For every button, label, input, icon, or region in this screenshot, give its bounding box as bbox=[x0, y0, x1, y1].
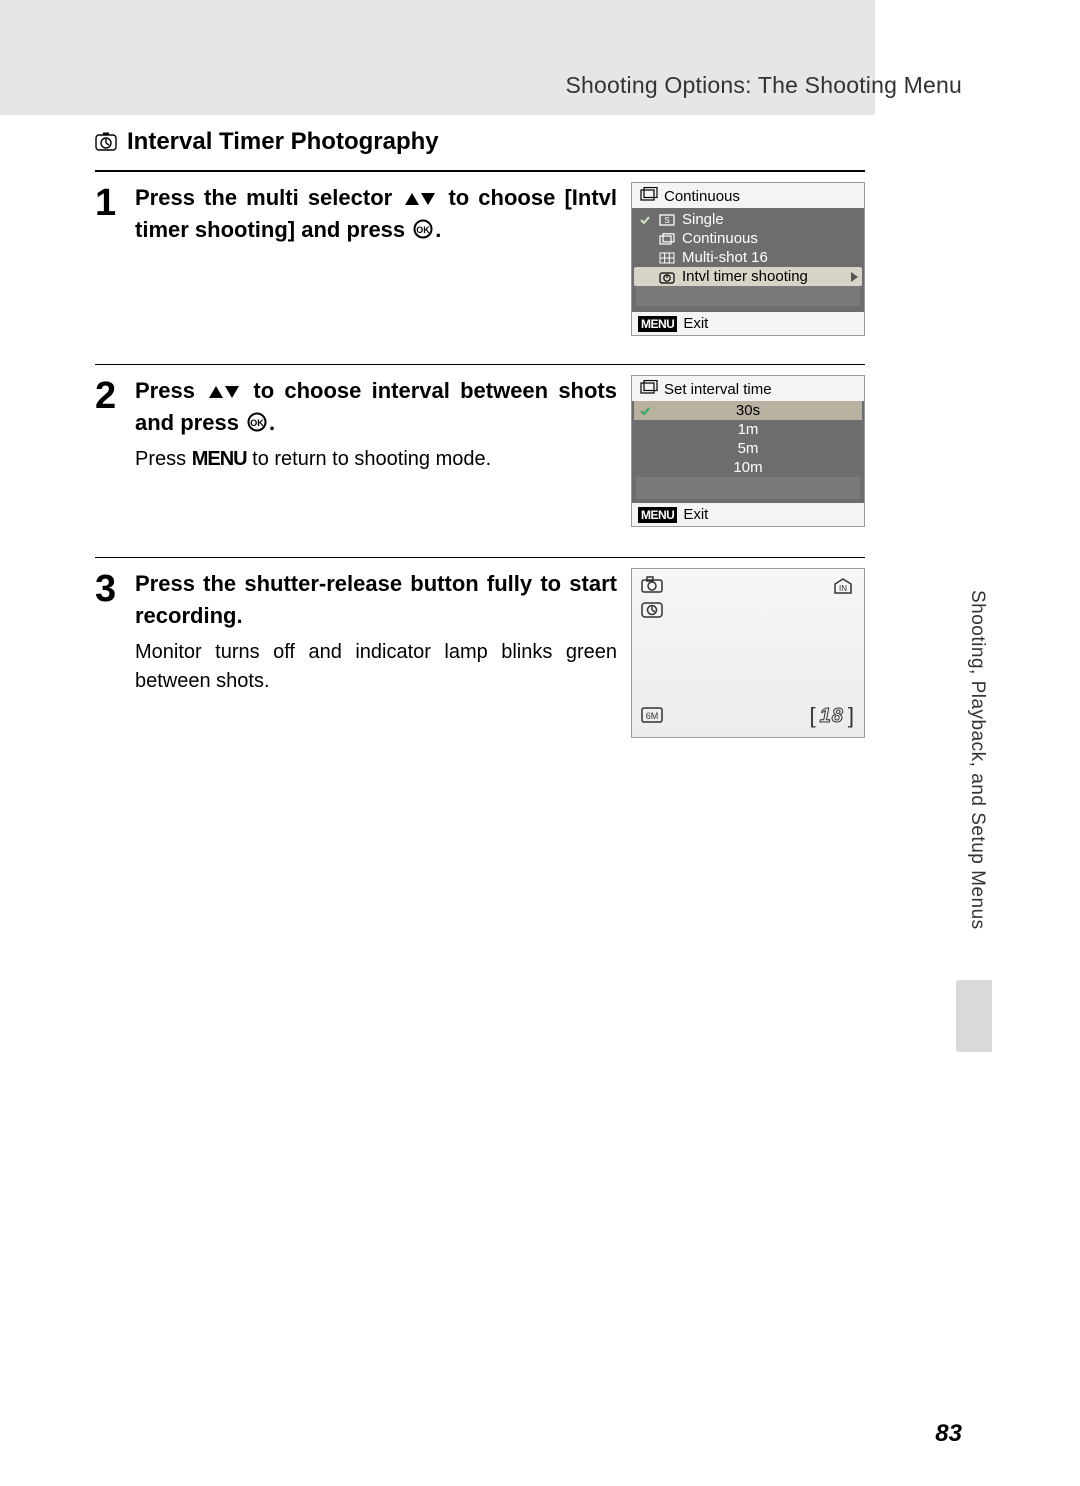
remaining-count-value: 18 bbox=[820, 705, 844, 728]
menu-item-multishot16: Multi-shot 16 bbox=[634, 248, 862, 267]
section-title-text: Interval Timer Photography bbox=[127, 128, 439, 156]
text-fragment: Press bbox=[135, 378, 205, 403]
menu-item-label: Continuous bbox=[682, 230, 858, 247]
menu-badge: MENU bbox=[638, 316, 677, 332]
up-down-arrow-icon bbox=[403, 191, 437, 207]
text-fragment: Press bbox=[135, 448, 192, 470]
up-down-arrow-icon bbox=[207, 384, 241, 400]
text-fragment: . bbox=[435, 217, 441, 242]
interval-option-label: 10m bbox=[660, 459, 836, 476]
camera-menu-continuous: Continuous S Single bbox=[631, 182, 865, 336]
camera-menu-title: Set interval time bbox=[664, 381, 772, 398]
interval-timer-indicator-icon bbox=[640, 599, 664, 624]
ok-button-icon: OK bbox=[247, 412, 267, 432]
camera-mode-icon bbox=[640, 575, 664, 598]
check-icon bbox=[638, 405, 652, 417]
remaining-shots-counter: [ 18 ] bbox=[810, 703, 855, 729]
continuous-frames-icon bbox=[658, 232, 676, 246]
text-fragment: Press the multi selector bbox=[135, 185, 401, 210]
interval-option-label: 1m bbox=[660, 421, 836, 438]
menu-item-label: Intvl timer shooting bbox=[682, 268, 858, 285]
camera-liveview-screen: IN 6M [ 18 ] bbox=[631, 568, 865, 738]
step-2: 2 Press to choose interval between shots… bbox=[95, 365, 865, 558]
menu-item-label: Single bbox=[682, 211, 858, 228]
step-2-sub: Press MENU to return to shooting mode. bbox=[135, 445, 617, 474]
step-number: 2 bbox=[95, 377, 135, 415]
camera-menu-title: Continuous bbox=[664, 188, 740, 205]
step-number: 3 bbox=[95, 570, 135, 608]
step-3-sub: Monitor turns off and indicator lamp bli… bbox=[135, 638, 617, 696]
ok-button-icon: OK bbox=[413, 219, 433, 239]
single-frame-icon: S bbox=[658, 213, 676, 227]
step-3: 3 Press the shutter-release button fully… bbox=[95, 558, 865, 750]
svg-text:OK: OK bbox=[417, 225, 431, 235]
interval-option-1m: 1m bbox=[634, 420, 862, 439]
running-header: Shooting Options: The Shooting Menu bbox=[565, 72, 962, 99]
text-fragment: to return to shooting mode. bbox=[247, 448, 492, 470]
camera-menu-set-interval: Set interval time 30s 1m bbox=[631, 375, 865, 527]
step-1-instruction: Press the multi selector to choose [Intv… bbox=[135, 182, 617, 246]
footer-exit-label: Exit bbox=[683, 506, 708, 523]
interval-option-5m: 5m bbox=[634, 439, 862, 458]
page-number: 83 bbox=[935, 1420, 962, 1448]
interval-timer-icon bbox=[95, 132, 117, 152]
svg-text:IN: IN bbox=[839, 584, 847, 593]
menu-item-single: S Single bbox=[634, 210, 862, 229]
interval-timer-small-icon bbox=[658, 270, 676, 284]
step-3-instruction: Press the shutter-release button fully t… bbox=[135, 568, 617, 632]
side-section-tab: Shooting, Playback, and Setup Menus bbox=[966, 590, 988, 930]
step-1: 1 Press the multi selector to choose [In… bbox=[95, 172, 865, 365]
interval-option-label: 30s bbox=[660, 402, 836, 419]
multishot-grid-icon bbox=[658, 251, 676, 265]
interval-option-label: 5m bbox=[660, 440, 836, 457]
continuous-header-icon bbox=[640, 187, 658, 205]
text-fragment: . bbox=[269, 410, 275, 435]
footer-exit-label: Exit bbox=[683, 315, 708, 332]
step-number: 1 bbox=[95, 184, 135, 222]
section-title: Interval Timer Photography bbox=[95, 128, 865, 156]
side-thumb-tab bbox=[956, 980, 992, 1052]
svg-text:OK: OK bbox=[250, 418, 264, 428]
interval-option-10m: 10m bbox=[634, 458, 862, 477]
svg-text:6M: 6M bbox=[646, 711, 659, 721]
menu-item-intvl-timer: Intvl timer shooting bbox=[634, 267, 862, 286]
menu-item-continuous: Continuous bbox=[634, 229, 862, 248]
step-2-instruction: Press to choose interval between shots a… bbox=[135, 375, 617, 439]
menu-badge: MENU bbox=[638, 507, 677, 523]
continuous-header-icon bbox=[640, 380, 658, 398]
check-icon bbox=[638, 213, 652, 227]
menu-item-label: Multi-shot 16 bbox=[682, 249, 858, 266]
internal-memory-icon: IN bbox=[832, 577, 854, 600]
interval-option-30s: 30s bbox=[634, 401, 862, 420]
image-size-icon: 6M bbox=[640, 706, 664, 729]
svg-text:S: S bbox=[664, 216, 669, 225]
menu-word-icon: MENU bbox=[192, 448, 247, 470]
